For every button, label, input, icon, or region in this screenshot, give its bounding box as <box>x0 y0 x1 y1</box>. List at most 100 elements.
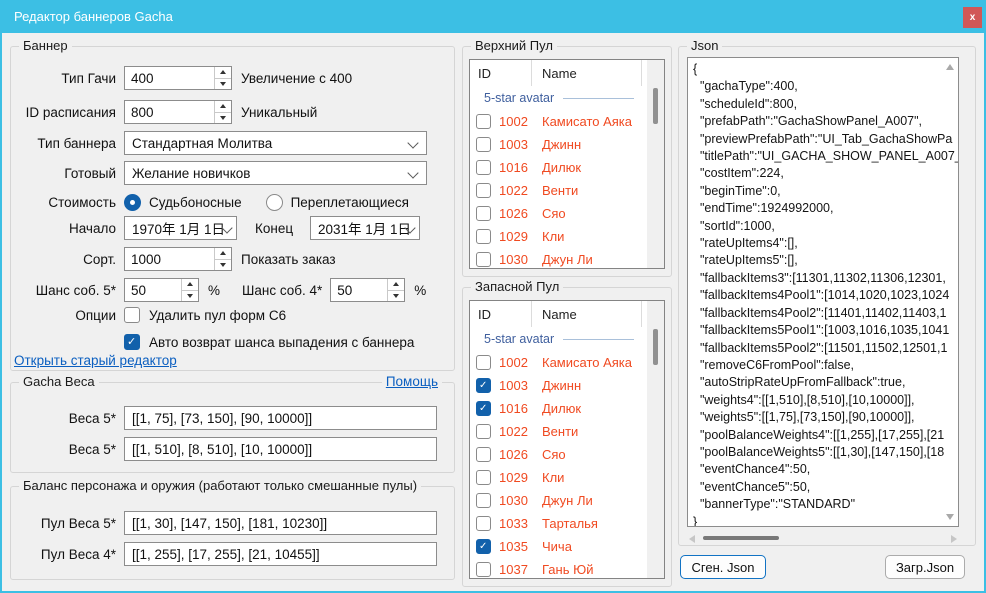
pool-item-row[interactable]: 1016 Дилюк <box>470 397 664 420</box>
row-checkbox[interactable] <box>476 183 491 198</box>
cost-radio-fate[interactable] <box>124 194 141 211</box>
row-checkbox[interactable] <box>476 562 491 577</box>
chance5-spinner[interactable]: 50 <box>124 278 199 302</box>
generate-json-button[interactable]: Сген. Json <box>680 555 766 579</box>
spin-down-button[interactable] <box>215 259 231 271</box>
scroll-right-icon[interactable] <box>951 535 957 543</box>
pool-item-row[interactable]: 1026 Сяо <box>470 202 664 225</box>
pool-item-row[interactable]: 1003 Джинн <box>470 133 664 156</box>
gacha-type-value[interactable]: 400 <box>125 67 214 89</box>
end-date-value: 2031年 1月 1日 <box>318 218 411 238</box>
spin-down-button[interactable] <box>215 78 231 90</box>
chance4-value[interactable]: 50 <box>331 279 387 301</box>
schedule-id-value[interactable]: 800 <box>125 101 214 123</box>
reserve-pool-scrollbar[interactable] <box>647 301 664 578</box>
begin-date-picker[interactable]: 1970年 1月 1日 <box>124 216 237 240</box>
pool-weights5-row: Пул Веса 5* [[1, 30], [147, 150], [181, … <box>19 511 437 535</box>
spin-up-button[interactable] <box>388 279 404 290</box>
pool-item-row[interactable]: 1029 Кли <box>470 466 664 489</box>
spin-up-button[interactable] <box>215 67 231 78</box>
row-checkbox[interactable] <box>476 516 491 531</box>
pool-weights4-input[interactable]: [[1, 255], [17, 255], [21, 10455]] <box>124 542 437 566</box>
json-horizontal-scrollbar[interactable] <box>687 533 959 545</box>
title-bar[interactable]: Редактор баннеров Gacha x <box>0 0 986 33</box>
load-json-button[interactable]: Загр.Json <box>885 555 965 579</box>
upper-pool-list[interactable]: ID Name 5-star avatar 1002 Камисато Аяка <box>469 59 665 269</box>
row-checkbox[interactable] <box>476 229 491 244</box>
schedule-id-spinner[interactable]: 800 <box>124 100 232 124</box>
auto-return-checkbox[interactable] <box>124 334 140 350</box>
row-checkbox[interactable] <box>476 470 491 485</box>
pool-weights5-input[interactable]: [[1, 30], [147, 150], [181, 10230]] <box>124 511 437 535</box>
end-date-picker[interactable]: 2031年 1月 1日 <box>310 216 420 240</box>
row-checkbox[interactable] <box>476 114 491 129</box>
help-link[interactable]: Помощь <box>382 374 442 389</box>
upper-pool-scrollbar[interactable] <box>647 60 664 268</box>
row-checkbox[interactable] <box>476 378 491 393</box>
pool-item-row[interactable]: 1026 Сяо <box>470 443 664 466</box>
pool-item-row[interactable]: 1016 Дилюк <box>470 156 664 179</box>
remove-c6-checkbox[interactable] <box>124 307 140 323</box>
pool-item-row[interactable]: 1022 Венти <box>470 420 664 443</box>
spin-up-button[interactable] <box>182 279 198 290</box>
banner-type-dropdown[interactable]: Стандартная Молитва <box>124 131 427 155</box>
chance5-value[interactable]: 50 <box>125 279 181 301</box>
column-id: ID <box>470 301 532 327</box>
row-checkbox[interactable] <box>476 355 491 370</box>
item-id: 1026 <box>499 447 542 462</box>
scrollbar-thumb[interactable] <box>703 536 779 540</box>
pool-item-row[interactable]: 1002 Камисато Аяка <box>470 351 664 374</box>
pool-item-row[interactable]: 1037 Гань Юй <box>470 558 664 579</box>
cost-label: Стоимость <box>19 195 116 210</box>
spin-up-button[interactable] <box>215 101 231 112</box>
schedule-id-row: ID расписания 800 Уникальный <box>19 100 446 124</box>
cost-radio-intertwined[interactable] <box>266 194 283 211</box>
row-checkbox[interactable] <box>476 206 491 221</box>
row-checkbox[interactable] <box>476 424 491 439</box>
gacha-type-spinner[interactable]: 400 <box>124 66 232 90</box>
pool-item-row[interactable]: 1030 Джун Ли <box>470 248 664 269</box>
row-checkbox[interactable] <box>476 493 491 508</box>
item-name: Сяо <box>542 447 566 462</box>
scroll-left-icon[interactable] <box>689 535 695 543</box>
item-name: Венти <box>542 183 578 198</box>
scroll-up-icon[interactable] <box>946 64 954 70</box>
weights5-input[interactable]: [[1, 75], [73, 150], [90, 10000]] <box>124 406 437 430</box>
close-button[interactable]: x <box>963 7 982 28</box>
spin-down-button[interactable] <box>182 290 198 302</box>
section-5star-avatar: 5-star avatar <box>470 327 664 351</box>
scrollbar-thumb[interactable] <box>653 88 658 124</box>
row-checkbox[interactable] <box>476 539 491 554</box>
pool-item-row[interactable]: 1003 Джинн <box>470 374 664 397</box>
json-group-title: Json <box>687 38 722 53</box>
scrollbar-thumb[interactable] <box>653 329 658 365</box>
pool-item-row[interactable]: 1033 Тарталья <box>470 512 664 535</box>
spin-up-button[interactable] <box>215 248 231 259</box>
pool-item-row[interactable]: 1029 Кли <box>470 225 664 248</box>
sort-spinner[interactable]: 1000 <box>124 247 232 271</box>
old-editor-link[interactable]: Открыть старый редактор <box>14 353 177 368</box>
pool-item-row[interactable]: 1035 Чича <box>470 535 664 558</box>
json-textarea[interactable]: { "gachaType":400, "scheduleId":800, "pr… <box>687 57 959 527</box>
row-checkbox[interactable] <box>476 447 491 462</box>
row-checkbox[interactable] <box>476 401 491 416</box>
weights5b-input[interactable]: [[1, 510], [8, 510], [10, 10000]] <box>124 437 437 461</box>
sort-value[interactable]: 1000 <box>125 248 214 270</box>
spin-down-button[interactable] <box>388 290 404 302</box>
pool-item-row[interactable]: 1030 Джун Ли <box>470 489 664 512</box>
scroll-down-icon[interactable] <box>946 514 954 520</box>
chance4-spinner[interactable]: 50 <box>330 278 405 302</box>
spin-down-button[interactable] <box>215 112 231 124</box>
chance4-label: Шанс соб. 4* <box>242 283 322 298</box>
pool-item-row[interactable]: 1022 Венти <box>470 179 664 202</box>
row-checkbox[interactable] <box>476 252 491 267</box>
upper-pool-group: Верхний Пул ID Name 5-star avatar 1002 К… <box>462 46 672 277</box>
row-checkbox[interactable] <box>476 160 491 175</box>
chance5-label: Шанс соб. 5* <box>19 283 116 298</box>
json-content[interactable]: { "gachaType":400, "scheduleId":800, "pr… <box>688 58 958 527</box>
item-name: Чича <box>542 539 572 554</box>
pool-item-row[interactable]: 1002 Камисато Аяка <box>470 110 664 133</box>
preset-dropdown[interactable]: Желание новичков <box>124 161 427 185</box>
reserve-pool-list[interactable]: ID Name 5-star avatar 1002 Камисато Аяка <box>469 300 665 579</box>
row-checkbox[interactable] <box>476 137 491 152</box>
